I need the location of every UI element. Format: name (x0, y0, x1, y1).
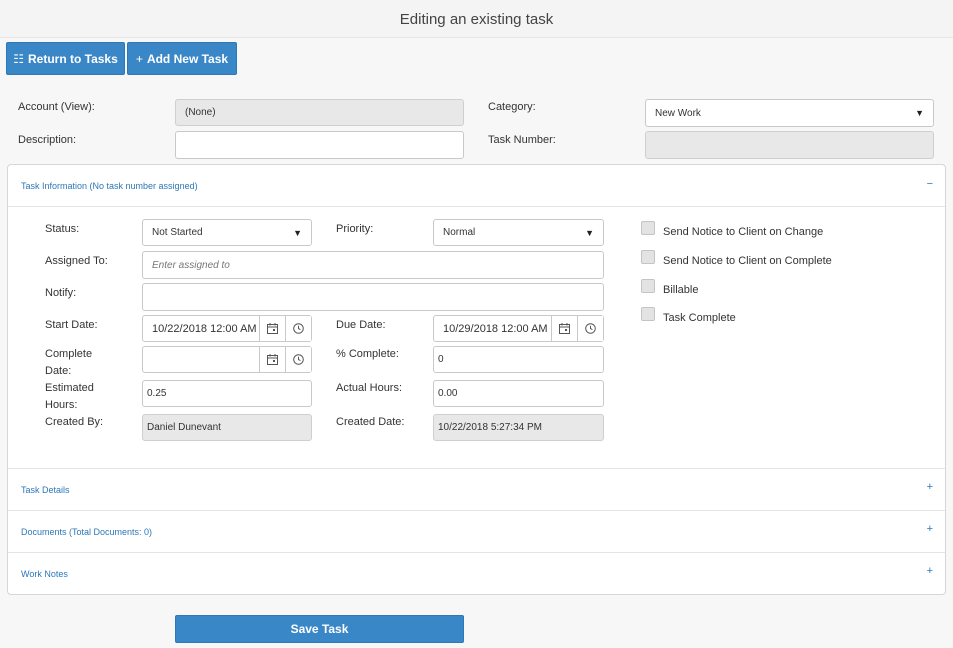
category-value: New Work (655, 107, 701, 119)
return-to-tasks-label: Return to Tasks (27, 51, 118, 66)
description-input[interactable] (175, 131, 464, 159)
add-new-task-button[interactable]: + Add New Task (127, 42, 237, 75)
assigned-to-placeholder: Enter assigned to (152, 259, 230, 271)
actual-hours-input[interactable]: 0.00 (433, 380, 604, 407)
add-new-task-label: Add New Task (146, 51, 229, 66)
assigned-to-label: Assigned To: (45, 255, 108, 267)
actual-hours-value: 0.00 (438, 388, 458, 399)
created-date-value: 10/22/2018 5:27:34 PM (438, 422, 542, 433)
complete-date-label-line1: Complete (45, 348, 93, 360)
save-task-button[interactable]: Save Task (175, 615, 464, 643)
due-date-label: Due Date: (336, 319, 386, 331)
description-label: Description: (18, 134, 77, 146)
estimated-hours-value: 0.25 (147, 388, 167, 399)
complete-date-input[interactable] (142, 346, 312, 373)
clock-icon[interactable] (285, 316, 311, 341)
work-notes-header[interactable]: Work Notes + (8, 553, 945, 595)
task-complete-checkbox[interactable] (641, 307, 655, 321)
notify-input[interactable] (142, 283, 604, 311)
task-details-title: Task Details (21, 485, 70, 495)
pct-complete-input[interactable]: 0 (433, 346, 604, 373)
task-information-header[interactable]: Task Information (No task number assigne… (8, 165, 945, 207)
estimated-hours-label-line2: Hours: (45, 399, 78, 411)
priority-value: Normal (443, 227, 476, 238)
category-label: Category: (488, 101, 536, 113)
estimated-hours-input[interactable]: 0.25 (142, 380, 312, 407)
work-notes-title: Work Notes (21, 569, 68, 579)
created-by-value: Daniel Dunevant (147, 422, 221, 433)
created-by-label: Created By: (45, 416, 104, 428)
save-task-label: Save Task (290, 622, 349, 636)
page-title: Editing an existing task (0, 0, 953, 38)
assigned-to-input[interactable]: Enter assigned to (142, 251, 604, 279)
status-select[interactable]: Not Started ▼ (142, 219, 312, 246)
created-date-label: Created Date: (336, 416, 405, 428)
complete-date-label-line2: Date: (45, 365, 72, 377)
status-label: Status: (45, 223, 80, 235)
send-notice-change-checkbox[interactable] (641, 221, 655, 235)
pct-complete-value: 0 (438, 354, 444, 365)
status-value: Not Started (152, 227, 203, 238)
calendar-icon[interactable] (259, 347, 285, 372)
created-date-field: 10/22/2018 5:27:34 PM (433, 414, 604, 441)
plus-icon: + (135, 51, 143, 66)
start-date-input[interactable]: 10/22/2018 12:00 AM (142, 315, 312, 342)
priority-select[interactable]: Normal ▼ (433, 219, 604, 246)
send-notice-complete-label: Send Notice to Client on Complete (663, 255, 832, 267)
calendar-icon[interactable] (259, 316, 285, 341)
clock-icon[interactable] (285, 347, 311, 372)
priority-label: Priority: (336, 223, 374, 235)
list-check-icon: ☷ (13, 51, 24, 66)
caret-down-icon: ▼ (585, 228, 594, 238)
category-select[interactable]: New Work ▼ (645, 99, 934, 127)
task-information-title: Task Information (No task number assigne… (21, 181, 198, 191)
task-details-header[interactable]: Task Details + (8, 469, 945, 511)
clock-icon[interactable] (577, 316, 603, 341)
due-date-value: 10/29/2018 12:00 AM (443, 322, 548, 335)
plus-icon[interactable]: + (927, 523, 933, 535)
due-date-input[interactable]: 10/29/2018 12:00 AM (433, 315, 604, 342)
task-panel: Task Information (No task number assigne… (7, 164, 946, 595)
start-date-label: Start Date: (45, 319, 98, 331)
send-notice-complete-checkbox[interactable] (641, 250, 655, 264)
return-to-tasks-button[interactable]: ☷ Return to Tasks (6, 42, 125, 75)
task-complete-label: Task Complete (663, 312, 736, 324)
pct-complete-label: % Complete: (336, 348, 399, 360)
billable-checkbox[interactable] (641, 279, 655, 293)
documents-header[interactable]: Documents (Total Documents: 0) + (8, 511, 945, 553)
billable-label: Billable (663, 284, 699, 296)
plus-icon[interactable]: + (927, 565, 933, 577)
account-field: (None) (175, 99, 464, 126)
task-number-field (645, 131, 934, 159)
estimated-hours-label-line1: Estimated (45, 382, 94, 394)
documents-title: Documents (Total Documents: 0) (21, 527, 153, 537)
send-notice-change-label: Send Notice to Client on Change (663, 226, 824, 238)
created-by-field: Daniel Dunevant (142, 414, 312, 441)
account-value: (None) (185, 107, 216, 118)
minus-icon[interactable]: − (927, 178, 933, 190)
caret-down-icon: ▼ (293, 228, 302, 238)
account-label: Account (View): (18, 101, 95, 113)
notify-label: Notify: (45, 287, 77, 299)
actual-hours-label: Actual Hours: (336, 382, 403, 394)
plus-icon[interactable]: + (927, 481, 933, 493)
caret-down-icon: ▼ (915, 108, 924, 118)
start-date-value: 10/22/2018 12:00 AM (152, 322, 257, 335)
calendar-icon[interactable] (551, 316, 577, 341)
task-number-label: Task Number: (488, 134, 556, 146)
